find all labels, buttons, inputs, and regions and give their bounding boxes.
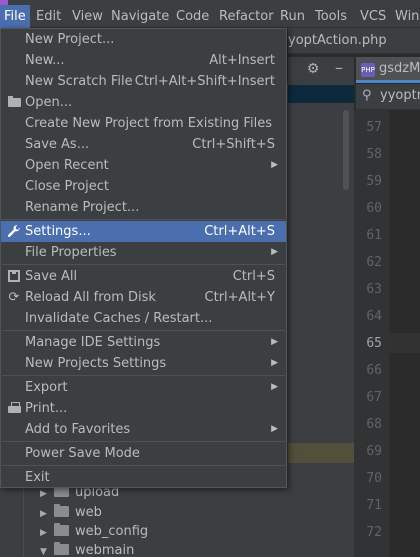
minimize-icon[interactable]: – [331,60,347,77]
menu-refactor[interactable]: Refactor [215,5,278,28]
line-number: 69 [366,444,382,459]
gear-icon[interactable]: ⚙ [305,61,321,77]
folder-icon [6,92,22,114]
editor-search-bar[interactable]: ⚲ yyoptr [356,84,420,110]
line-number: 62 [366,255,382,270]
menu-file[interactable]: File [0,5,30,28]
menu-item-new-scratch-file[interactable]: New Scratch File Ctrl+Alt+Shift+Insert [1,71,286,92]
menu-tools[interactable]: Tools [311,5,351,28]
menu-vcs[interactable]: VCS [356,5,390,28]
submenu-arrow-icon: ▶ [271,424,278,434]
menu-edit[interactable]: Edit [32,5,65,28]
tree-item-web-config[interactable]: ▶ web_config [40,522,148,541]
reload-icon: ⟳ [8,290,20,305]
line-number: 66 [366,363,382,378]
submenu-arrow-icon: ▶ [271,382,278,392]
chevron-down-icon[interactable]: ▼ [40,543,54,557]
line-number: 72 [366,525,382,540]
editor-tab-row: yoptAction.php [288,28,420,54]
search-input[interactable]: yyoptr [380,88,420,103]
menu-item-manage-ide-settings[interactable]: Manage IDE Settings ▶ [1,332,286,353]
submenu-arrow-icon: ▶ [271,247,278,257]
submenu-arrow-icon: ▶ [271,337,278,347]
line-number: 68 [366,417,382,432]
tree-item-label: webmain [75,543,135,557]
menu-item-close-project[interactable]: Close Project [1,176,286,197]
menu-item-file-properties[interactable]: File Properties ▶ [1,242,286,263]
menu-run[interactable]: Run [276,5,309,28]
line-number: 64 [366,309,382,324]
menu-window[interactable]: Windo [391,5,420,28]
line-number: 59 [366,174,382,189]
editor-file-tab[interactable]: PHP gsdzM [356,57,420,83]
tree-item-label: web [75,505,102,520]
menu-separator [2,441,285,442]
file-menu-dropdown: New Project... New... Alt+Insert New Scr… [0,28,287,488]
menu-item-settings[interactable]: Settings... Ctrl+Alt+S [1,221,286,242]
menu-item-invalidate-caches[interactable]: Invalidate Caches / Restart... [1,308,286,329]
menu-item-save-as[interactable]: Save As... Ctrl+Shift+S [1,134,286,155]
menu-navigate[interactable]: Navigate [107,5,173,28]
menu-item-new-projects-settings[interactable]: New Projects Settings ▶ [1,353,286,374]
line-number: 67 [366,390,382,405]
line-number-current: 65 [366,336,382,351]
menu-item-open-recent[interactable]: Open Recent ▶ [1,155,286,176]
search-icon: ⚲ [362,88,372,103]
line-number: 70 [366,471,382,486]
project-selected-row [288,85,354,103]
submenu-arrow-icon: ▶ [271,160,278,170]
tree-item-web[interactable]: ▶ web [40,503,102,522]
menu-separator [2,465,285,466]
file-tab-label: gsdzM [379,61,420,76]
tree-guide-line [23,480,24,557]
menu-code[interactable]: Code [172,5,213,28]
project-highlight-row [288,443,354,463]
tree-item-webmain[interactable]: ▼ webmain [40,541,134,557]
menu-item-create-from-existing[interactable]: Create New Project from Existing Files [1,113,286,134]
tree-item-label: web_config [75,524,149,539]
menu-item-reload-all[interactable]: ⟳ Reload All from Disk Ctrl+Alt+Y [1,287,286,308]
menu-view[interactable]: View [68,5,107,28]
menu-item-add-to-favorites[interactable]: Add to Favorites ▶ [1,419,286,440]
menu-separator [2,264,285,265]
menu-separator [2,375,285,376]
project-scrollbar[interactable] [343,110,349,190]
folder-icon [54,504,69,517]
line-number: 71 [366,498,382,513]
line-number: 60 [366,201,382,216]
menu-item-power-save-mode[interactable]: Power Save Mode [1,443,286,464]
line-number: 58 [366,147,382,162]
menu-item-open[interactable]: Open... [1,92,286,113]
line-number: 57 [366,120,382,135]
menu-bar: File Edit View Navigate Code Refactor Ru… [0,5,420,28]
submenu-arrow-icon: ▶ [271,358,278,368]
menu-item-print[interactable]: Print... [1,398,286,419]
menu-item-new[interactable]: New... Alt+Insert [1,50,286,71]
menu-item-exit[interactable]: Exit [1,467,286,488]
editor-tab-partial[interactable]: yoptAction.php [288,33,387,48]
menu-item-new-project[interactable]: New Project... [1,29,286,50]
folder-icon [54,542,69,555]
save-icon [6,266,22,289]
menu-separator [2,330,285,331]
caret-line-highlight [389,333,420,353]
menu-separator [2,219,285,220]
menu-item-save-all[interactable]: Save All Ctrl+S [1,266,286,287]
folder-icon [54,523,69,536]
line-number: 63 [366,282,382,297]
line-number: 61 [366,228,382,243]
php-file-icon: PHP [361,63,375,77]
menu-item-export[interactable]: Export ▶ [1,377,286,398]
menu-item-rename-project[interactable]: Rename Project... [1,197,286,218]
print-icon [6,398,22,420]
